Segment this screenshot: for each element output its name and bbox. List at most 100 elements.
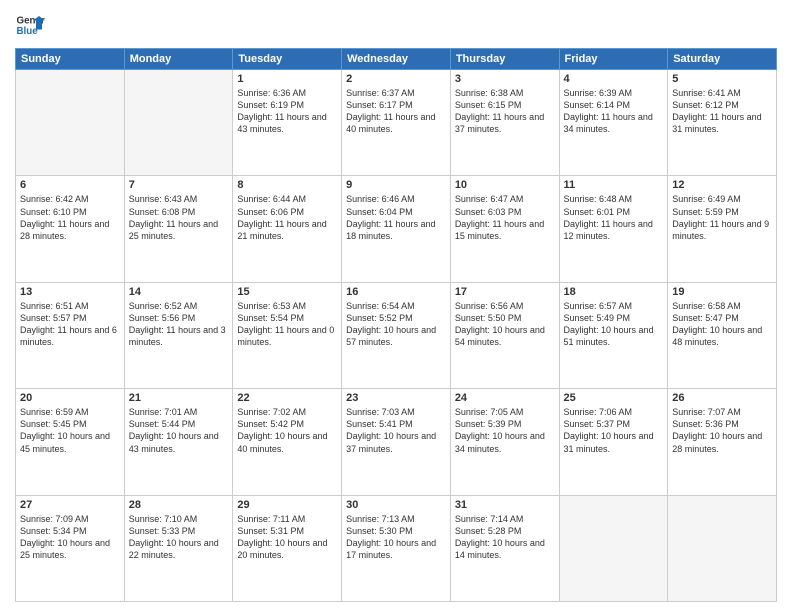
calendar-cell: 29Sunrise: 7:11 AM Sunset: 5:31 PM Dayli…	[233, 495, 342, 601]
day-number: 28	[129, 499, 229, 511]
day-number: 22	[237, 392, 337, 404]
calendar-cell: 4Sunrise: 6:39 AM Sunset: 6:14 PM Daylig…	[559, 70, 668, 176]
calendar-cell: 30Sunrise: 7:13 AM Sunset: 5:30 PM Dayli…	[342, 495, 451, 601]
calendar-cell: 3 Sunrise: 6:38 AM Sunset: 6:15 PM Daylig…	[450, 70, 559, 176]
calendar-table: SundayMondayTuesdayWednesdayThursdayFrid…	[15, 48, 777, 602]
week-row-0: 1Sunrise: 6:36 AM Sunset: 6:19 PM Daylig…	[16, 70, 777, 176]
day-info: Sunrise: 7:14 AM Sunset: 5:28 PM Dayligh…	[455, 513, 555, 562]
weekday-header-monday: Monday	[124, 49, 233, 70]
day-info: Sunrise: 6:46 AM Sunset: 6:04 PM Dayligh…	[346, 193, 446, 242]
day-info: Sunrise: 6:47 AM Sunset: 6:03 PM Dayligh…	[455, 193, 555, 242]
calendar-cell	[16, 70, 125, 176]
calendar-cell: 22 Sunrise: 7:02 AM Sunset: 5:42 PM Dayli…	[233, 389, 342, 495]
week-row-3: 20 Sunrise: 6:59 AM Sunset: 5:45 PM Dayli…	[16, 389, 777, 495]
calendar-cell: 20 Sunrise: 6:59 AM Sunset: 5:45 PM Dayli…	[16, 389, 125, 495]
day-info: Sunrise: 7:09 AM Sunset: 5:34 PM Dayligh…	[20, 513, 120, 562]
day-number: 5	[672, 73, 772, 85]
calendar-cell: 19Sunrise: 6:58 AM Sunset: 5:47 PM Dayli…	[668, 282, 777, 388]
day-number: 17	[455, 286, 555, 298]
calendar-cell: 16 Sunrise: 6:54 AM Sunset: 5:52 PM Dayli…	[342, 282, 451, 388]
calendar-cell: 12 Sunrise: 6:49 AM Sunset: 5:59 PM Dayli…	[668, 176, 777, 282]
day-info: Sunrise: 6:54 AM Sunset: 5:52 PM Dayligh…	[346, 300, 446, 349]
weekday-header-tuesday: Tuesday	[233, 49, 342, 70]
day-number: 9	[346, 179, 446, 191]
day-info: Sunrise: 6:57 AM Sunset: 5:49 PM Dayligh…	[564, 300, 664, 349]
logo: General Blue	[15, 10, 45, 40]
day-info: Sunrise: 7:05 AM Sunset: 5:39 PM Dayligh…	[455, 406, 555, 455]
day-number: 26	[672, 392, 772, 404]
day-info: Sunrise: 7:01 AM Sunset: 5:44 PM Dayligh…	[129, 406, 229, 455]
day-info: Sunrise: 6:37 AM Sunset: 6:17 PM Dayligh…	[346, 87, 446, 136]
calendar-cell: 31 Sunrise: 7:14 AM Sunset: 5:28 PM Dayli…	[450, 495, 559, 601]
day-info: Sunrise: 6:44 AM Sunset: 6:06 PM Dayligh…	[237, 193, 337, 242]
day-info: Sunrise: 7:03 AM Sunset: 5:41 PM Dayligh…	[346, 406, 446, 455]
day-info: Sunrise: 6:53 AM Sunset: 5:54 PM Dayligh…	[237, 300, 337, 349]
day-number: 7	[129, 179, 229, 191]
day-number: 31	[455, 499, 555, 511]
calendar-cell: 8 Sunrise: 6:44 AM Sunset: 6:06 PM Daylig…	[233, 176, 342, 282]
calendar-cell: 7 Sunrise: 6:43 AM Sunset: 6:08 PM Daylig…	[124, 176, 233, 282]
day-number: 15	[237, 286, 337, 298]
day-number: 24	[455, 392, 555, 404]
day-info: Sunrise: 6:59 AM Sunset: 5:45 PM Dayligh…	[20, 406, 120, 455]
day-number: 16	[346, 286, 446, 298]
day-number: 23	[346, 392, 446, 404]
day-info: Sunrise: 6:49 AM Sunset: 5:59 PM Dayligh…	[672, 193, 772, 242]
day-info: Sunrise: 6:56 AM Sunset: 5:50 PM Dayligh…	[455, 300, 555, 349]
day-info: Sunrise: 6:43 AM Sunset: 6:08 PM Dayligh…	[129, 193, 229, 242]
calendar-cell: 27 Sunrise: 7:09 AM Sunset: 5:34 PM Dayli…	[16, 495, 125, 601]
page: General Blue SundayMondayTuesdayWednesda…	[0, 0, 792, 612]
day-number: 6	[20, 179, 120, 191]
day-number: 3	[455, 73, 555, 85]
calendar-cell	[559, 495, 668, 601]
calendar-cell: 28 Sunrise: 7:10 AM Sunset: 5:33 PM Dayli…	[124, 495, 233, 601]
weekday-header-row: SundayMondayTuesdayWednesdayThursdayFrid…	[16, 49, 777, 70]
day-info: Sunrise: 6:51 AM Sunset: 5:57 PM Dayligh…	[20, 300, 120, 349]
logo-icon: General Blue	[15, 10, 45, 40]
week-row-1: 6 Sunrise: 6:42 AM Sunset: 6:10 PM Daylig…	[16, 176, 777, 282]
day-number: 13	[20, 286, 120, 298]
calendar-cell: 26 Sunrise: 7:07 AM Sunset: 5:36 PM Dayli…	[668, 389, 777, 495]
day-info: Sunrise: 6:36 AM Sunset: 6:19 PM Dayligh…	[237, 87, 337, 136]
calendar-cell: 10 Sunrise: 6:47 AM Sunset: 6:03 PM Dayli…	[450, 176, 559, 282]
day-info: Sunrise: 7:10 AM Sunset: 5:33 PM Dayligh…	[129, 513, 229, 562]
day-number: 20	[20, 392, 120, 404]
svg-text:Blue: Blue	[17, 26, 39, 37]
day-number: 18	[564, 286, 664, 298]
calendar-cell: 21 Sunrise: 7:01 AM Sunset: 5:44 PM Dayli…	[124, 389, 233, 495]
day-info: Sunrise: 7:02 AM Sunset: 5:42 PM Dayligh…	[237, 406, 337, 455]
header: General Blue	[15, 10, 777, 40]
week-row-2: 13 Sunrise: 6:51 AM Sunset: 5:57 PM Dayli…	[16, 282, 777, 388]
day-number: 12	[672, 179, 772, 191]
day-number: 4	[564, 73, 664, 85]
day-info: Sunrise: 6:42 AM Sunset: 6:10 PM Dayligh…	[20, 193, 120, 242]
day-number: 11	[564, 179, 664, 191]
day-number: 21	[129, 392, 229, 404]
day-info: Sunrise: 6:48 AM Sunset: 6:01 PM Dayligh…	[564, 193, 664, 242]
day-info: Sunrise: 7:13 AM Sunset: 5:30 PM Dayligh…	[346, 513, 446, 562]
day-number: 27	[20, 499, 120, 511]
day-info: Sunrise: 7:11 AM Sunset: 5:31 PM Dayligh…	[237, 513, 337, 562]
weekday-header-friday: Friday	[559, 49, 668, 70]
week-row-4: 27 Sunrise: 7:09 AM Sunset: 5:34 PM Dayli…	[16, 495, 777, 601]
day-number: 8	[237, 179, 337, 191]
day-number: 14	[129, 286, 229, 298]
calendar-cell: 1Sunrise: 6:36 AM Sunset: 6:19 PM Daylig…	[233, 70, 342, 176]
day-info: Sunrise: 6:52 AM Sunset: 5:56 PM Dayligh…	[129, 300, 229, 349]
weekday-header-wednesday: Wednesday	[342, 49, 451, 70]
calendar-cell: 15 Sunrise: 6:53 AM Sunset: 5:54 PM Dayli…	[233, 282, 342, 388]
day-number: 2	[346, 73, 446, 85]
day-info: Sunrise: 7:07 AM Sunset: 5:36 PM Dayligh…	[672, 406, 772, 455]
day-info: Sunrise: 6:38 AM Sunset: 6:15 PM Dayligh…	[455, 87, 555, 136]
calendar-cell: 2 Sunrise: 6:37 AM Sunset: 6:17 PM Daylig…	[342, 70, 451, 176]
calendar-cell: 18 Sunrise: 6:57 AM Sunset: 5:49 PM Dayli…	[559, 282, 668, 388]
day-info: Sunrise: 7:06 AM Sunset: 5:37 PM Dayligh…	[564, 406, 664, 455]
calendar-cell	[124, 70, 233, 176]
day-number: 10	[455, 179, 555, 191]
day-info: Sunrise: 6:41 AM Sunset: 6:12 PM Dayligh…	[672, 87, 772, 136]
calendar-cell: 14 Sunrise: 6:52 AM Sunset: 5:56 PM Dayli…	[124, 282, 233, 388]
calendar-cell: 5 Sunrise: 6:41 AM Sunset: 6:12 PM Daylig…	[668, 70, 777, 176]
calendar-cell: 25Sunrise: 7:06 AM Sunset: 5:37 PM Dayli…	[559, 389, 668, 495]
calendar-cell: 13 Sunrise: 6:51 AM Sunset: 5:57 PM Dayli…	[16, 282, 125, 388]
calendar-cell: 6 Sunrise: 6:42 AM Sunset: 6:10 PM Daylig…	[16, 176, 125, 282]
